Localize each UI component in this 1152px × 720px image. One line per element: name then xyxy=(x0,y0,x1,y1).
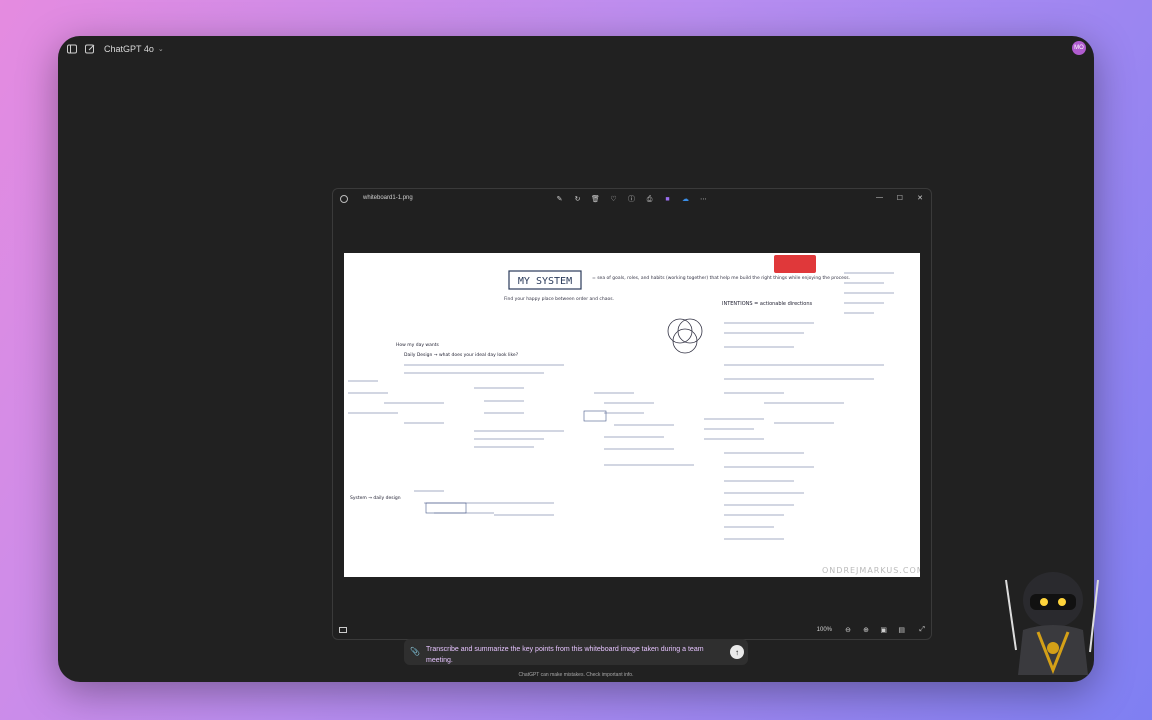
red-sticky-note xyxy=(774,255,816,273)
whiteboard-image: MY SYSTEM = sea of goals, roles, and hab… xyxy=(344,253,920,577)
edit-icon[interactable]: ✎ xyxy=(555,195,564,204)
filmstrip-icon[interactable] xyxy=(339,627,347,633)
zoom-in-icon[interactable]: ⊕ xyxy=(863,626,869,634)
send-button[interactable]: ↑ xyxy=(730,645,744,659)
whiteboard-drawing: MY SYSTEM = sea of goals, roles, and hab… xyxy=(348,255,920,575)
print-icon[interactable]: ⎙ xyxy=(645,195,654,204)
delete-icon[interactable]: 🗑 xyxy=(591,195,600,204)
more-options-icon[interactable]: ⋯ xyxy=(699,195,708,204)
file-name: whiteboard1-1.png xyxy=(363,195,413,201)
clipchamp-icon[interactable]: ■ xyxy=(663,195,672,204)
arrow-up-icon: ↑ xyxy=(735,647,739,657)
intentions-note: INTENTIONS = actionable directions xyxy=(722,301,813,307)
prompt-input-text[interactable]: Transcribe and summarize the key points … xyxy=(426,644,716,666)
prompt-box[interactable]: 📎 Transcribe and summarize the key point… xyxy=(404,639,748,665)
maximize-icon[interactable]: ☐ xyxy=(897,194,903,202)
viewer-status-bar: 100% ⊖ ⊕ ▣ ▤ ⤢ xyxy=(333,623,931,639)
viewer-title-bar: whiteboard1-1.png ✎ ↻ 🗑 ♡ ⓘ ⎙ ■ ☁ ⋯ — ☐ … xyxy=(333,189,931,209)
fit-to-window-icon[interactable]: ▣ xyxy=(880,626,887,634)
ninja-mascot xyxy=(998,560,1108,680)
actual-size-icon[interactable]: ▤ xyxy=(898,626,905,634)
whiteboard-title-note: = sea of goals, roles, and habits (worki… xyxy=(592,275,850,281)
sidebar-toggle-icon[interactable] xyxy=(66,42,78,54)
avatar[interactable]: MO xyxy=(1072,41,1086,55)
viewer-toolbar: ✎ ↻ 🗑 ♡ ⓘ ⎙ ■ ☁ ⋯ xyxy=(555,195,708,204)
disclaimer-text: ChatGPT can make mistakes. Check importa… xyxy=(518,672,634,678)
whiteboard-title: MY SYSTEM xyxy=(518,276,572,287)
new-chat-icon[interactable] xyxy=(84,42,96,54)
whiteboard-subtitle: Find your happy place between order and … xyxy=(504,296,614,302)
system-note: System → daily design xyxy=(350,495,401,501)
day-wants-note: How my day wants xyxy=(396,342,439,348)
chatgpt-window: ChatGPT 4o ⌄ MO whiteboard1-1.png ✎ ↻ 🗑 … xyxy=(58,36,1094,682)
zoom-level: 100% xyxy=(816,627,832,633)
top-bar: ChatGPT 4o ⌄ MO xyxy=(58,36,1094,60)
close-icon[interactable]: ✕ xyxy=(917,194,923,202)
photos-app-icon xyxy=(340,195,348,203)
chevron-down-icon: ⌄ xyxy=(157,46,164,53)
rotate-icon[interactable]: ↻ xyxy=(573,195,582,204)
minimize-icon[interactable]: — xyxy=(876,194,883,201)
attach-icon[interactable]: 📎 xyxy=(410,647,420,656)
watermark: ONDREJMARKUS.COM xyxy=(822,566,920,575)
daily-design-note: Daily Design → what does your ideal day … xyxy=(404,352,519,358)
model-selector[interactable]: ChatGPT 4o ⌄ xyxy=(104,42,164,56)
model-name: ChatGPT 4o xyxy=(104,44,154,54)
onedrive-cloud-icon[interactable]: ☁ xyxy=(681,195,690,204)
info-icon[interactable]: ⓘ xyxy=(627,195,636,204)
zoom-out-icon[interactable]: ⊖ xyxy=(845,626,851,634)
handwritten-lines xyxy=(348,272,894,540)
photo-viewer-window: whiteboard1-1.png ✎ ↻ 🗑 ♡ ⓘ ⎙ ■ ☁ ⋯ — ☐ … xyxy=(332,188,932,640)
favorite-icon[interactable]: ♡ xyxy=(609,195,618,204)
fullscreen-icon[interactable]: ⤢ xyxy=(919,626,925,634)
